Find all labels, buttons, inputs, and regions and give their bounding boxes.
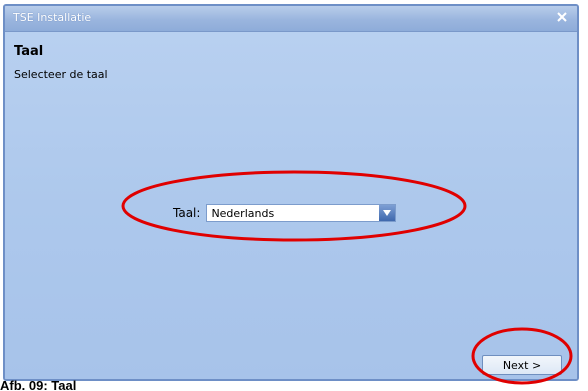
- language-selected-value: Nederlands: [211, 207, 275, 220]
- content-panel: Taal Selecteer de taal Taal: Nederlands …: [5, 32, 577, 379]
- installer-window: TSE Installatie Taal Selecteer de taal T…: [3, 4, 579, 381]
- page-title: Taal: [14, 44, 44, 59]
- close-icon[interactable]: [553, 8, 571, 26]
- figure-caption: Afb. 09: Taal: [0, 378, 77, 391]
- next-button[interactable]: Next >: [482, 355, 562, 375]
- window-title: TSE Installatie: [13, 11, 92, 24]
- language-select[interactable]: Nederlands: [206, 204, 397, 222]
- title-bar: TSE Installatie: [5, 6, 577, 32]
- screenshot-stage: TSE Installatie Taal Selecteer de taal T…: [0, 0, 588, 391]
- chevron-down-icon[interactable]: [379, 205, 396, 221]
- page-subtitle: Selecteer de taal: [14, 68, 108, 81]
- language-row: Taal: Nederlands: [173, 204, 397, 222]
- language-label: Taal:: [173, 206, 201, 220]
